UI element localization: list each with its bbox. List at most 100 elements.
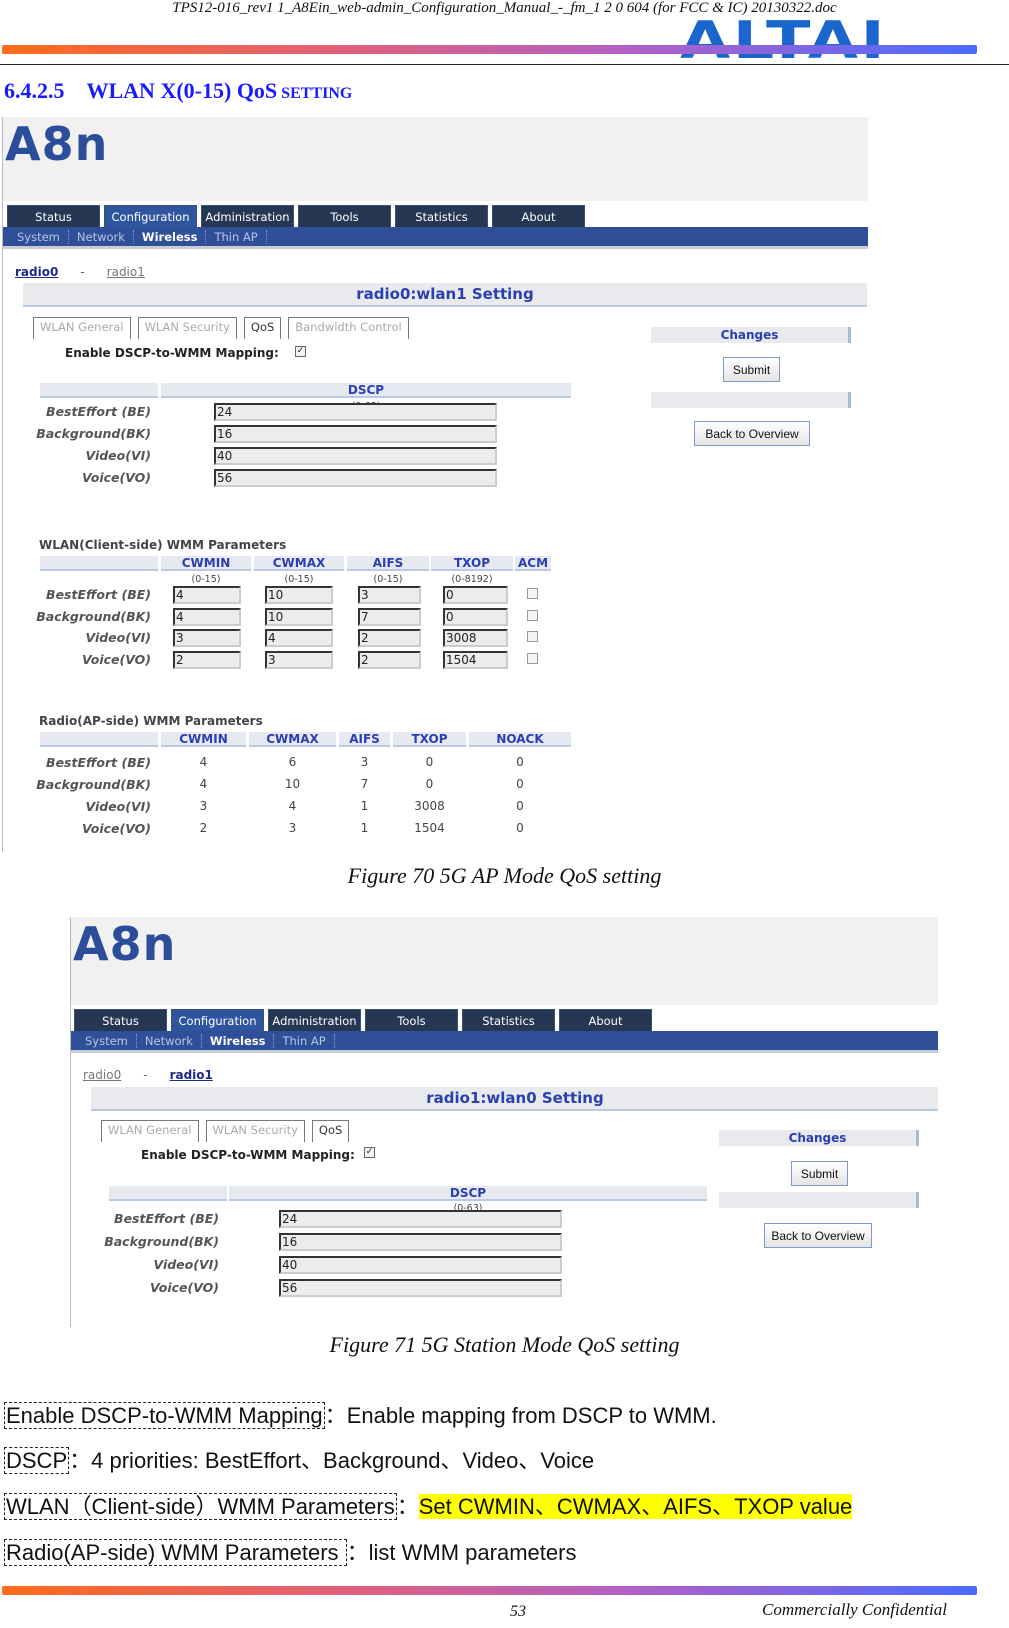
tab-statistics[interactable]: Statistics bbox=[462, 1009, 555, 1031]
description-text: list WMM parameters bbox=[368, 1540, 577, 1565]
setting-title: radio1:wlan0 Setting bbox=[91, 1087, 938, 1111]
radio-col-cwmin: CWMIN bbox=[161, 732, 246, 747]
description-term: DSCP bbox=[4, 1447, 70, 1474]
tab-tools[interactable]: Tools bbox=[365, 1009, 458, 1031]
subnav-wireless[interactable]: Wireless bbox=[202, 1033, 275, 1048]
subnav-network[interactable]: Network bbox=[69, 229, 134, 244]
submit-button[interactable]: Submit bbox=[791, 1161, 848, 1186]
client-cwmax-input[interactable]: 10 bbox=[265, 607, 333, 626]
client-cwmin-input[interactable]: 4 bbox=[173, 607, 241, 626]
description-separator: ： bbox=[69, 1448, 92, 1473]
radio0-link[interactable]: radio0 bbox=[83, 1068, 121, 1082]
subnav-thin-ap[interactable]: Thin AP bbox=[274, 1033, 335, 1048]
dscp-input[interactable]: 56 bbox=[214, 469, 497, 487]
tab-administration[interactable]: Administration bbox=[201, 205, 294, 227]
subtab-qos[interactable]: QoS bbox=[243, 317, 282, 339]
client-row-label: Background(BK) bbox=[36, 608, 151, 624]
tab-statistics[interactable]: Statistics bbox=[395, 205, 488, 227]
acm-checkbox[interactable] bbox=[527, 588, 538, 599]
mapping-checkbox[interactable]: ✓ bbox=[364, 1147, 375, 1158]
subtab-qos[interactable]: QoS bbox=[311, 1120, 350, 1142]
client-txop-input[interactable]: 0 bbox=[443, 607, 508, 626]
tab-status[interactable]: Status bbox=[7, 205, 100, 227]
subnav-system[interactable]: System bbox=[9, 229, 69, 244]
client-cwmin-input[interactable]: 3 bbox=[173, 629, 241, 647]
radio-aifs-value: 3 bbox=[360, 755, 369, 769]
app-header bbox=[71, 917, 938, 1005]
section-heading: 6.4.2.5 WLAN X(0-15) QoS SETTING bbox=[4, 78, 352, 104]
client-cwmin-input[interactable]: 2 bbox=[173, 650, 241, 669]
radio-separator: - bbox=[80, 265, 85, 279]
radio-cwmax-value: 4 bbox=[288, 799, 297, 813]
figure-71-caption: Figure 71 5G Station Mode QoS setting bbox=[329, 1332, 680, 1357]
mapping-label: Enable DSCP-to-WMM Mapping: bbox=[65, 346, 279, 360]
radio-col-noack: NOACK bbox=[469, 732, 571, 747]
dscp-input[interactable]: 56 bbox=[279, 1279, 562, 1297]
submit-button[interactable]: Submit bbox=[723, 357, 780, 382]
client-txop-input[interactable]: 1504 bbox=[443, 650, 508, 669]
subtab-wlan-general[interactable]: WLAN General bbox=[33, 317, 131, 339]
subtab-wlan-security[interactable]: WLAN Security bbox=[137, 317, 237, 339]
client-row-label: Voice(VO) bbox=[81, 651, 151, 667]
radio-col-cwmax: CWMAX bbox=[249, 732, 336, 747]
dscp-input[interactable]: 40 bbox=[279, 1256, 562, 1274]
tab-tools[interactable]: Tools bbox=[298, 205, 391, 227]
dscp-input[interactable]: 24 bbox=[279, 1210, 562, 1228]
subnav-wireless[interactable]: Wireless bbox=[134, 229, 207, 244]
back-to-overview-button[interactable]: Back to Overview bbox=[694, 421, 810, 446]
radio-aifs-value: 7 bbox=[360, 777, 369, 791]
subnav-network[interactable]: Network bbox=[137, 1033, 202, 1048]
subtab-wlan-general[interactable]: WLAN General bbox=[101, 1120, 199, 1142]
radio1-link[interactable]: radio1 bbox=[170, 1068, 213, 1082]
dscp-input[interactable]: 16 bbox=[214, 425, 497, 443]
header-gradient-bar bbox=[2, 45, 977, 54]
back-to-overview-button[interactable]: Back to Overview bbox=[764, 1223, 872, 1248]
client-cwmin-input[interactable]: 4 bbox=[173, 586, 241, 604]
subtab-bandwidth-control[interactable]: Bandwidth Control bbox=[288, 317, 409, 339]
figure-71-screenshot: A8n Status Configuration Administration Too… bbox=[70, 917, 938, 1327]
radio0-link[interactable]: radio0 bbox=[15, 265, 58, 279]
description-term: WLAN（Client-side）WMM Parameters bbox=[4, 1493, 397, 1520]
client-txop-input[interactable]: 3008 bbox=[443, 629, 508, 647]
radio-cwmin-value: 2 bbox=[199, 821, 208, 835]
client-aifs-input[interactable]: 2 bbox=[358, 629, 421, 647]
subtab-wlan-security[interactable]: WLAN Security bbox=[205, 1120, 305, 1142]
tab-configuration[interactable]: Configuration bbox=[171, 1009, 264, 1031]
client-cwmax-input[interactable]: 4 bbox=[265, 629, 333, 647]
tab-about[interactable]: About bbox=[492, 205, 585, 227]
dscp-row-label: Voice(VO) bbox=[81, 470, 151, 485]
client-cwmax-input[interactable]: 3 bbox=[265, 650, 333, 669]
tab-about[interactable]: About bbox=[559, 1009, 652, 1031]
client-col-txop: TXOP bbox=[431, 556, 513, 571]
client-cwmax-input[interactable]: 10 bbox=[265, 586, 333, 604]
subnav-thin-ap[interactable]: Thin AP bbox=[206, 229, 267, 244]
tab-status[interactable]: Status bbox=[74, 1009, 167, 1031]
radio-txop-value: 0 bbox=[425, 777, 434, 791]
acm-checkbox[interactable] bbox=[527, 631, 538, 642]
dscp-header: DSCP bbox=[161, 383, 571, 398]
dscp-row-label: Video(VI) bbox=[153, 1257, 219, 1272]
header-divider bbox=[0, 64, 1009, 65]
client-aifs-input[interactable]: 3 bbox=[358, 586, 421, 604]
changes-header: Changes bbox=[719, 1130, 919, 1146]
description-separator: ： bbox=[324, 1403, 347, 1428]
radio1-link[interactable]: radio1 bbox=[107, 265, 145, 279]
dscp-input[interactable]: 40 bbox=[214, 447, 497, 465]
mapping-checkbox[interactable]: ✓ bbox=[295, 346, 306, 357]
radio-row-label: Video(VI) bbox=[85, 799, 151, 814]
tab-administration[interactable]: Administration bbox=[268, 1009, 361, 1031]
subnav-system[interactable]: System bbox=[77, 1033, 137, 1048]
client-row-label: Video(VI) bbox=[85, 630, 151, 645]
dscp-input[interactable]: 24 bbox=[214, 403, 497, 421]
radio-col-aifs: AIFS bbox=[339, 732, 390, 747]
radio-wmm-title: Radio(AP-side) WMM Parameters bbox=[39, 714, 263, 728]
client-aifs-input[interactable]: 2 bbox=[358, 650, 421, 669]
acm-checkbox[interactable] bbox=[527, 609, 538, 621]
client-aifs-input[interactable]: 7 bbox=[358, 607, 421, 626]
radio-aifs-value: 1 bbox=[360, 821, 369, 835]
acm-checkbox[interactable] bbox=[527, 652, 538, 664]
dscp-input[interactable]: 16 bbox=[279, 1233, 562, 1251]
tab-configuration[interactable]: Configuration bbox=[104, 205, 197, 227]
client-txop-input[interactable]: 0 bbox=[443, 586, 508, 604]
client-range-cwmax: (0-15) bbox=[284, 574, 314, 585]
